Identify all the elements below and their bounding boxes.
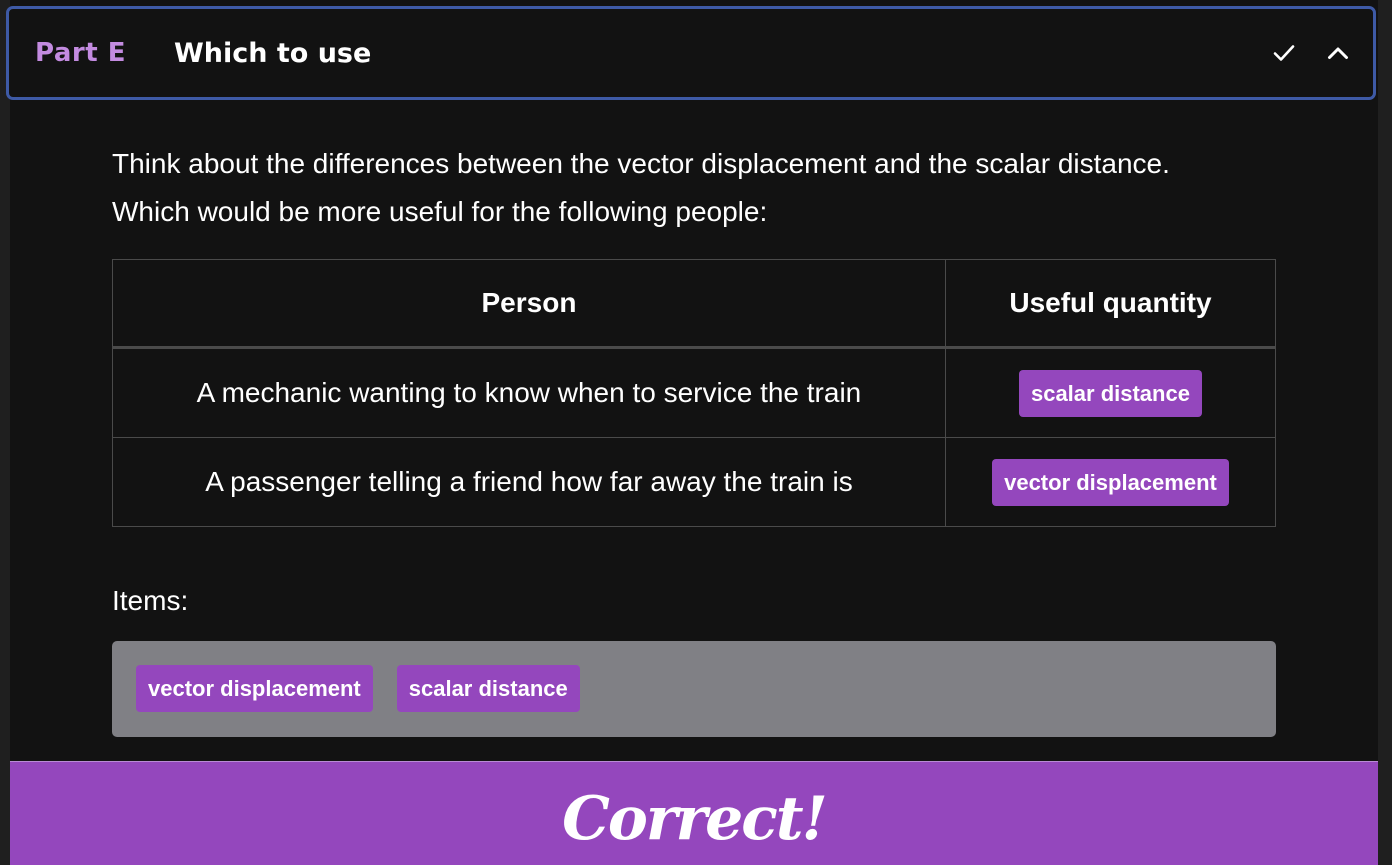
column-header-useful-quantity: Useful quantity bbox=[944, 259, 1277, 349]
prompt-line-2: Which would be more useful for the follo… bbox=[112, 196, 768, 227]
table-row: A passenger telling a friend how far awa… bbox=[112, 437, 1277, 527]
item-chip-scalar-distance[interactable]: scalar distance bbox=[396, 665, 580, 712]
answer-drop-zone[interactable]: vector displacement bbox=[944, 437, 1277, 527]
matching-table: Person Useful quantity A mechanic wantin… bbox=[112, 259, 1277, 527]
items-bank[interactable]: vector displacement scalar distance bbox=[112, 641, 1276, 737]
column-header-person: Person bbox=[112, 259, 946, 349]
part-label: Part E bbox=[35, 38, 126, 68]
question-prompt: Think about the differences between the … bbox=[112, 140, 1276, 236]
feedback-banner: Correct! bbox=[10, 761, 1378, 865]
part-title: Which to use bbox=[173, 37, 372, 69]
chevron-up-icon[interactable] bbox=[1325, 40, 1351, 66]
prompt-line-1: Think about the differences between the … bbox=[112, 148, 1170, 179]
table-row: A mechanic wanting to know when to servi… bbox=[112, 347, 1277, 438]
feedback-text: Correct! bbox=[562, 784, 828, 854]
table-header-row: Person Useful quantity bbox=[112, 259, 1277, 349]
header-icons bbox=[1271, 40, 1351, 66]
person-cell: A passenger telling a friend how far awa… bbox=[112, 437, 946, 527]
items-label: Items: bbox=[112, 585, 189, 616]
person-cell: A mechanic wanting to know when to servi… bbox=[112, 347, 946, 438]
answer-drop-zone[interactable]: scalar distance bbox=[944, 347, 1277, 438]
answer-chip[interactable]: vector displacement bbox=[992, 458, 1229, 506]
answer-chip[interactable]: scalar distance bbox=[1018, 369, 1202, 417]
check-icon bbox=[1271, 40, 1297, 66]
item-chip-vector-displacement[interactable]: vector displacement bbox=[136, 665, 373, 712]
part-header[interactable]: Part E Which to use bbox=[6, 6, 1376, 100]
